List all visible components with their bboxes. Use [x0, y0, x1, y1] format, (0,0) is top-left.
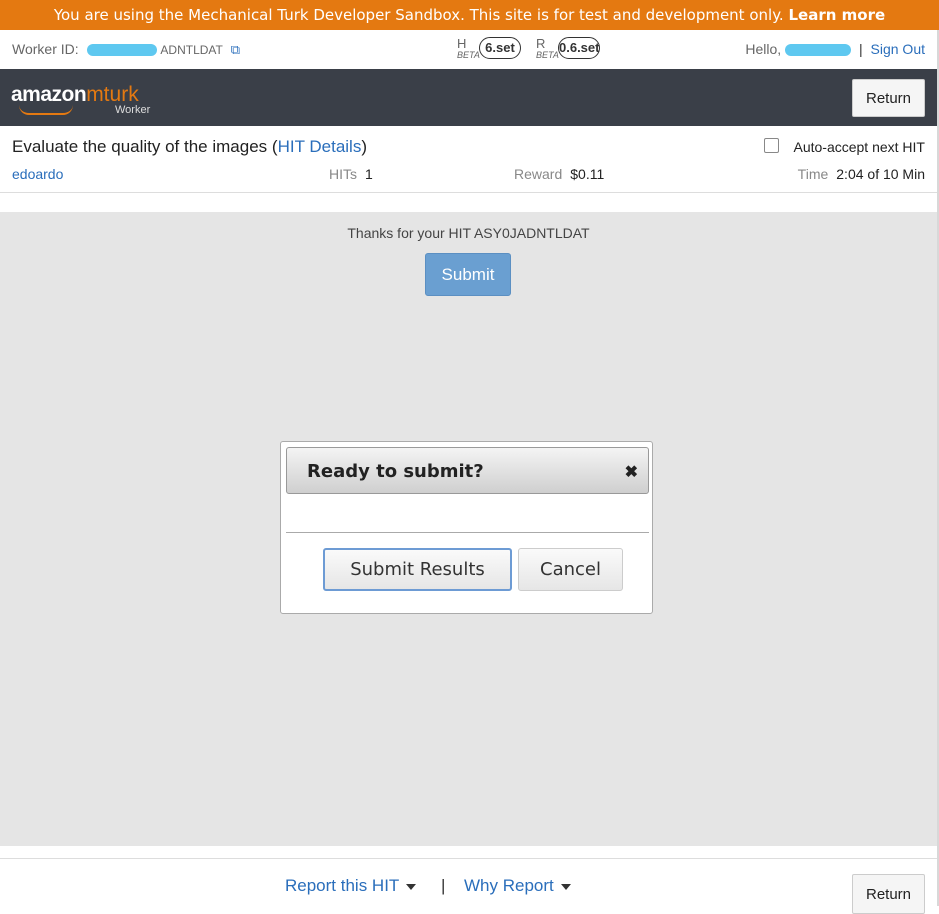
reward-value: $0.11 [570, 166, 605, 182]
hits-count: HITs 1 [329, 166, 373, 184]
greeting: Hello, | Sign Out [745, 41, 925, 57]
logo-mturk: mturk [86, 83, 139, 106]
hit-title-text: Evaluate the quality of the images [12, 137, 268, 156]
hits-value: 1 [365, 166, 373, 182]
r-score-pill[interactable]: 0.6.set [558, 37, 600, 59]
redaction-mark [785, 44, 852, 57]
dialog-divider [286, 532, 649, 533]
time-label: Time [797, 166, 829, 182]
reward-label: Reward [514, 166, 563, 182]
sign-out-link[interactable]: Sign Out [871, 41, 925, 57]
header: amazonmturk Worker Return [0, 69, 939, 126]
close-icon[interactable]: ✖ [625, 462, 638, 482]
h-score-pill[interactable]: 6.set [479, 37, 521, 59]
h-letter: H [457, 36, 467, 51]
thanks-message: Thanks for your HIT ASY0JADNTLDAT [347, 225, 590, 241]
auto-accept-checkbox[interactable] [764, 138, 780, 153]
requester-link[interactable]: edoardo [12, 166, 63, 182]
reputation-score: R BETA 0.6.set [536, 36, 602, 62]
footer-separator: | [441, 876, 446, 895]
sandbox-banner-text: You are using the Mechanical Turk Develo… [53, 6, 784, 24]
h-beta: BETA [457, 50, 480, 60]
report-hit-label: Report this HIT [285, 876, 400, 895]
smile-icon [19, 105, 73, 115]
learn-more-link[interactable]: Learn more [788, 6, 885, 24]
amazon-mturk-logo[interactable]: amazonmturk Worker [11, 83, 150, 116]
report-hit-dropdown[interactable]: Report this HIT [285, 876, 417, 896]
logo-worker: Worker [115, 104, 151, 116]
separator: | [858, 41, 863, 57]
r-beta: BETA [536, 50, 559, 60]
logo-amazon: amazon [11, 83, 87, 106]
auto-accept: Auto-accept next HIT [764, 138, 925, 155]
time-remaining: Time 2:04 of 10 Min [798, 166, 925, 184]
sandbox-banner: You are using the Mechanical Turk Develo… [0, 0, 939, 30]
footer: Report this HIT | Why Report Return [0, 858, 939, 914]
auto-accept-label: Auto-accept next HIT [793, 139, 925, 155]
dialog-title: Ready to submit? [307, 461, 484, 482]
hello-label: Hello, [745, 41, 782, 57]
time-value: 2:04 of 10 Min [836, 166, 925, 182]
worker-id-value: ADNTLDAT [160, 43, 223, 57]
submit-button[interactable]: Submit [425, 253, 511, 296]
worker-id: Worker ID: ADNTLDAT ⧉ [12, 41, 240, 58]
caret-down-icon [560, 883, 571, 890]
why-report-dropdown[interactable]: Why Report [464, 876, 571, 896]
submit-dialog: Ready to submit? ✖ Submit Results Cancel [280, 441, 653, 614]
dialog-titlebar[interactable]: Ready to submit? ✖ [286, 447, 649, 494]
submit-results-button[interactable]: Submit Results [323, 548, 512, 591]
hit-info: Evaluate the quality of the images (HIT … [0, 126, 939, 193]
worker-id-label: Worker ID: [12, 41, 79, 57]
worker-bar: Worker ID: ADNTLDAT ⧉ H BETA 6.set R BET… [0, 30, 939, 69]
why-report-label: Why Report [464, 876, 554, 895]
hit-score: H BETA 6.set [457, 36, 523, 62]
return-button-bottom[interactable]: Return [852, 874, 925, 914]
hit-details-link[interactable]: HIT Details [278, 137, 362, 156]
caret-down-icon [406, 883, 417, 890]
return-button[interactable]: Return [852, 79, 925, 117]
r-letter: R [536, 36, 546, 51]
reward: Reward $0.11 [514, 166, 604, 184]
cancel-button[interactable]: Cancel [518, 548, 623, 591]
hits-label: HITs [329, 166, 357, 182]
redaction-mark [86, 44, 157, 57]
hit-title: Evaluate the quality of the images (HIT … [12, 137, 367, 156]
copy-icon[interactable]: ⧉ [231, 42, 240, 58]
